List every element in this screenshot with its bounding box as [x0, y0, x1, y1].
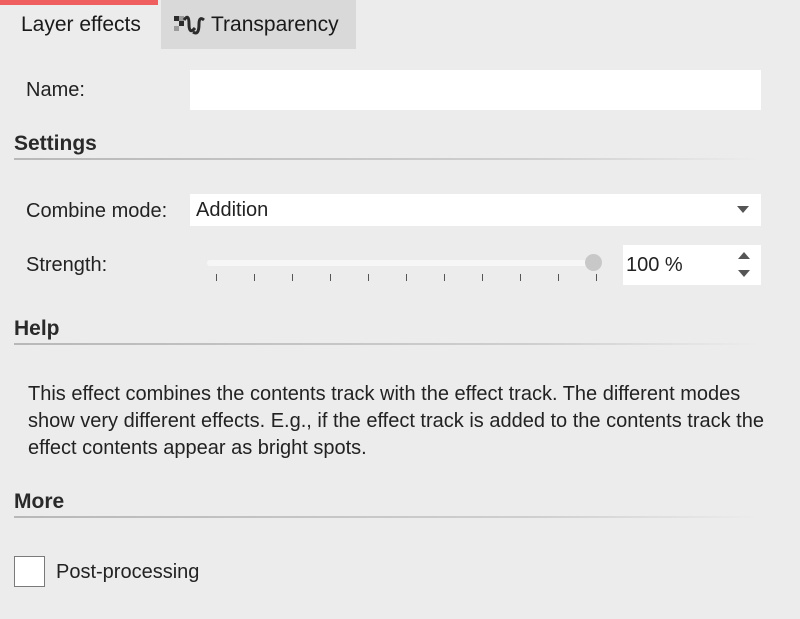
strength-slider-track[interactable]	[207, 260, 595, 266]
name-input[interactable]	[190, 70, 761, 110]
slider-tick	[406, 274, 407, 281]
slider-tick	[558, 274, 559, 281]
help-divider	[14, 343, 760, 345]
combine-mode-value: Addition	[196, 198, 269, 221]
slider-tick	[216, 274, 217, 281]
more-section-title: More	[14, 490, 65, 513]
help-section-title: Help	[14, 317, 60, 340]
slider-tick	[596, 274, 597, 281]
slider-tick	[368, 274, 369, 281]
strength-value: 100 %	[626, 254, 683, 276]
slider-tick	[292, 274, 293, 281]
settings-divider	[14, 158, 760, 160]
strength-spinner[interactable]: 100 %	[623, 245, 761, 285]
tab-layer-effects-label: Layer effects	[21, 12, 141, 36]
strength-slider-thumb[interactable]	[584, 254, 602, 271]
slider-tick	[482, 274, 483, 281]
tab-layer-effects[interactable]: Layer effects	[0, 0, 161, 49]
post-processing-label[interactable]: Post-processing	[56, 561, 199, 584]
chevron-down-icon[interactable]	[737, 206, 749, 213]
transparency-icon	[173, 14, 205, 36]
tab-transparency-label: Transparency	[211, 12, 339, 36]
tab-transparency[interactable]: Transparency	[161, 0, 356, 49]
spin-down-icon[interactable]	[738, 270, 750, 277]
slider-tick	[444, 274, 445, 281]
slider-tick	[520, 274, 521, 281]
help-text: This effect combines the contents track …	[28, 383, 764, 459]
combine-mode-select[interactable]: Addition	[190, 194, 761, 226]
combine-mode-label: Combine mode:	[26, 200, 168, 222]
settings-section-title: Settings	[14, 132, 97, 155]
slider-tick	[254, 274, 255, 281]
name-label: Name:	[26, 79, 85, 101]
more-divider	[14, 516, 760, 518]
spin-up-icon[interactable]	[738, 252, 750, 259]
slider-tick	[330, 274, 331, 281]
strength-label: Strength:	[26, 254, 108, 276]
tab-bar: Layer effects Transparency	[0, 0, 800, 49]
post-processing-checkbox[interactable]	[14, 556, 45, 587]
